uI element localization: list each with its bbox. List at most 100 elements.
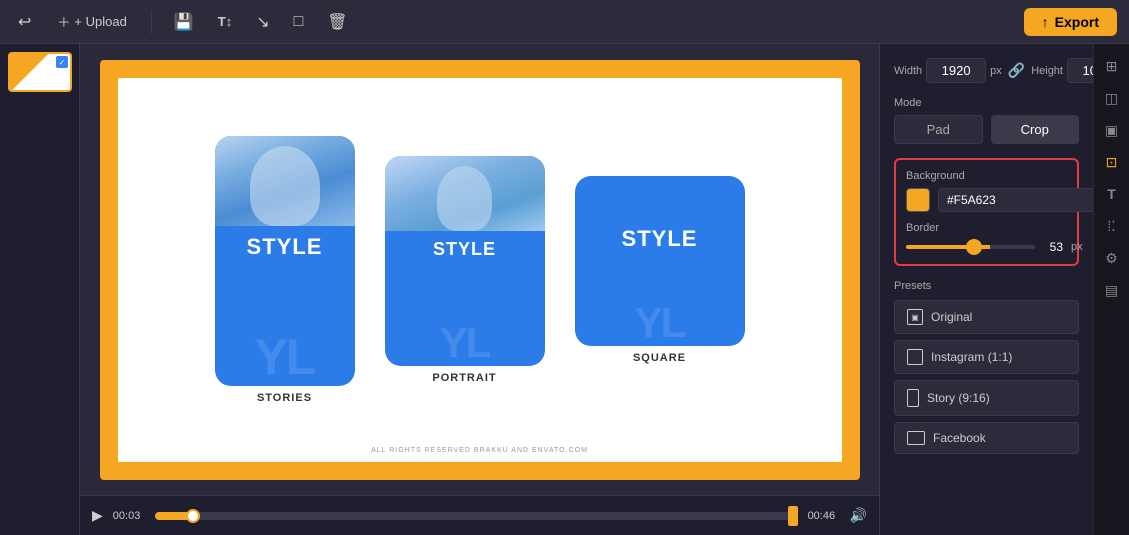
- presets-label: Presets: [894, 280, 1079, 292]
- preset-original[interactable]: ▣ Original: [894, 300, 1079, 334]
- stories-card-wrapper: STYLE YL STORIES: [215, 136, 355, 404]
- stories-label: STORIES: [257, 392, 312, 404]
- arrow-button[interactable]: ↘: [250, 8, 275, 36]
- height-input[interactable]: [1067, 58, 1093, 83]
- export-label: Export: [1055, 14, 1099, 30]
- text-button[interactable]: T↕: [212, 10, 238, 33]
- rectangle-button[interactable]: □: [288, 9, 310, 35]
- layer-icon-btn[interactable]: ◫: [1098, 84, 1126, 112]
- right-controls: Width px 🔗 Height px Mode Pad: [880, 44, 1093, 535]
- preset-facebook-label: Facebook: [933, 431, 986, 445]
- canvas-wrapper: STYLE YL STORIES: [80, 44, 879, 495]
- elements-icon-btn[interactable]: ⁞⁚: [1098, 212, 1126, 240]
- width-input[interactable]: [926, 58, 986, 83]
- settings-icon-btn[interactable]: ⚙: [1098, 244, 1126, 272]
- right-panel: Width px 🔗 Height px Mode Pad: [879, 44, 1129, 535]
- border-label: Border: [906, 222, 1067, 234]
- stories-card-image: [215, 136, 355, 226]
- height-group: Height px: [1031, 58, 1093, 83]
- export-icon: ↑: [1042, 14, 1049, 30]
- border-slider-container: 53 px: [906, 240, 1067, 254]
- mode-label: Mode: [894, 97, 1079, 109]
- stories-watermark: YL: [255, 332, 315, 382]
- portrait-card-wrapper: STYLE YL PORTRAIT: [385, 156, 545, 384]
- timeline-track[interactable]: [155, 512, 798, 520]
- save-button[interactable]: 💾: [168, 8, 200, 36]
- width-group: Width px: [894, 58, 1002, 83]
- toolbar: ↩ ＋ + Upload 💾 T↕ ↘ □ 🗑 ↑ Export: [0, 0, 1129, 44]
- original-icon: ▣: [907, 309, 923, 325]
- dimensions-group: Width px 🔗 Height px: [894, 58, 1079, 83]
- square-card[interactable]: STYLE YL: [575, 176, 745, 346]
- undo-button[interactable]: ↩: [12, 8, 37, 36]
- preset-story-label: Story (9:16): [927, 391, 990, 405]
- mode-group: Mode Pad Crop: [894, 97, 1079, 144]
- current-time: 00:03: [113, 510, 145, 522]
- portrait-card[interactable]: STYLE YL: [385, 156, 545, 366]
- copyright-text: ALL RIGHTS RESERVED BRAKKU AND ENVATO.CO…: [371, 447, 588, 454]
- text-icon-btn[interactable]: T: [1098, 180, 1126, 208]
- pad-button[interactable]: Pad: [894, 115, 983, 144]
- export-button[interactable]: ↑ Export: [1024, 8, 1117, 36]
- bg-row: [906, 188, 1067, 212]
- portrait-card-text: STYLE: [433, 239, 496, 260]
- frame-icon-btn[interactable]: ▣: [1098, 116, 1126, 144]
- left-panel: ✓: [0, 44, 80, 535]
- presets-group: Presets ▣ Original Instagram (1:1) Story…: [894, 280, 1079, 454]
- link-icon[interactable]: 🔗: [1008, 62, 1025, 79]
- facebook-icon: [907, 431, 925, 445]
- border-slider[interactable]: [906, 245, 1035, 249]
- color-swatch[interactable]: [906, 188, 930, 212]
- timeline-thumb[interactable]: [186, 509, 200, 523]
- square-card-text: STYLE: [622, 226, 698, 252]
- mode-row: Pad Crop: [894, 115, 1079, 144]
- play-button[interactable]: ▶: [92, 507, 103, 524]
- media-icon-btn[interactable]: ▤: [1098, 276, 1126, 304]
- right-sidebar: ⊞ ◫ ▣ ⊡ T ⁞⁚ ⚙ ▤: [1093, 44, 1129, 535]
- end-time: 00:46: [808, 510, 840, 522]
- preset-instagram-label: Instagram (1:1): [931, 350, 1012, 364]
- portrait-image-bg: [385, 156, 545, 231]
- portrait-label: PORTRAIT: [432, 372, 496, 384]
- preset-facebook[interactable]: Facebook: [894, 422, 1079, 454]
- preset-original-label: Original: [931, 310, 972, 324]
- stories-image-bg: [215, 136, 355, 226]
- canvas-content: STYLE YL STORIES: [118, 78, 842, 462]
- border-unit: px: [1071, 241, 1083, 253]
- thumb-inner: ✓: [10, 54, 70, 90]
- border-value: 53: [1043, 240, 1063, 254]
- thumbnail-1[interactable]: ✓: [8, 52, 72, 92]
- portrait-watermark: YL: [440, 322, 490, 364]
- grid-icon-btn[interactable]: ⊞: [1098, 52, 1126, 80]
- story-icon: [907, 389, 919, 407]
- square-card-wrapper: STYLE YL SQUARE: [575, 176, 745, 364]
- dimension-row: Width px 🔗 Height px: [894, 58, 1079, 83]
- upload-button[interactable]: ＋ + Upload: [49, 8, 134, 35]
- volume-icon[interactable]: 🔊: [850, 507, 867, 524]
- square-label: SQUARE: [633, 352, 686, 364]
- stories-card-text: STYLE: [247, 234, 323, 260]
- width-unit: px: [990, 65, 1002, 77]
- thumb-check: ✓: [56, 56, 68, 68]
- crop-button[interactable]: Crop: [991, 115, 1080, 144]
- width-label: Width: [894, 65, 922, 77]
- main-area: ✓: [0, 44, 1129, 535]
- canvas-frame[interactable]: STYLE YL STORIES: [100, 60, 860, 480]
- portrait-card-image: [385, 156, 545, 231]
- preset-story[interactable]: Story (9:16): [894, 380, 1079, 416]
- crop-icon-btn[interactable]: ⊡: [1098, 148, 1126, 176]
- color-input[interactable]: [938, 188, 1093, 212]
- delete-button[interactable]: 🗑: [321, 8, 353, 36]
- square-watermark: YL: [635, 302, 685, 344]
- timeline-end: [788, 506, 798, 526]
- instagram-icon: [907, 349, 923, 365]
- canvas-area: STYLE YL STORIES: [80, 44, 879, 535]
- plus-icon: ＋: [57, 12, 70, 31]
- original-icon-symbol: ▣: [911, 313, 919, 322]
- upload-label: + Upload: [74, 14, 126, 29]
- preset-instagram[interactable]: Instagram (1:1): [894, 340, 1079, 374]
- canvas-cards: STYLE YL STORIES: [118, 116, 842, 424]
- background-label: Background: [906, 170, 1067, 182]
- timeline: ▶ 00:03 00:46 🔊: [80, 495, 879, 535]
- stories-card[interactable]: STYLE YL: [215, 136, 355, 386]
